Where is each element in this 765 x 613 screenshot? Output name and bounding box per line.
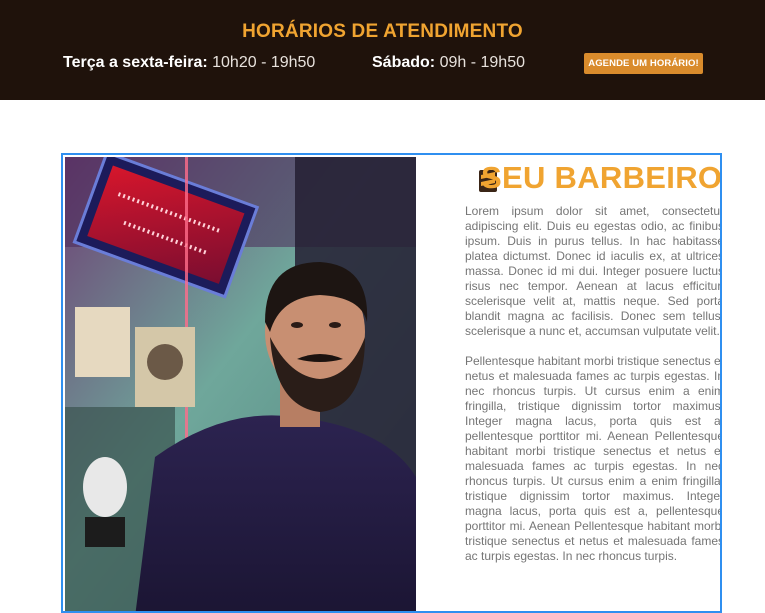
bio-paragraph-2: Pellentesque habitant morbi tristique se…	[465, 354, 722, 563]
saturday-hours-label: Sábado:	[372, 54, 436, 71]
saturday-hours: Sábado: 09h - 19h50	[372, 54, 525, 72]
bio-paragraph-1: Lorem ipsum dolor sit amet, consectetur …	[465, 204, 722, 338]
saturday-hours-value: 09h - 19h50	[439, 54, 525, 71]
barber-title-area: SEU BARBEIRO	[479, 160, 722, 196]
barber-section: SEU BARBEIRO Lorem ipsum dolor sit amet,…	[61, 153, 722, 613]
hours-title: HORÁRIOS DE ATENDIMENTO	[242, 21, 523, 42]
barber-photo	[65, 157, 416, 611]
barber-title: SEU BARBEIRO	[481, 160, 722, 195]
weekday-hours-value: 10h20 - 19h50	[212, 54, 316, 71]
weekday-hours-label: Terça a sexta-feira:	[63, 54, 208, 71]
weekday-hours: Terça a sexta-feira: 10h20 - 19h50	[63, 54, 315, 72]
barber-bio: Lorem ipsum dolor sit amet, consectetur …	[465, 204, 722, 579]
hours-header: HORÁRIOS DE ATENDIMENTO Terça a sexta-fe…	[0, 0, 765, 100]
book-appointment-button[interactable]: AGENDE UM HORÁRIO!	[584, 53, 703, 74]
